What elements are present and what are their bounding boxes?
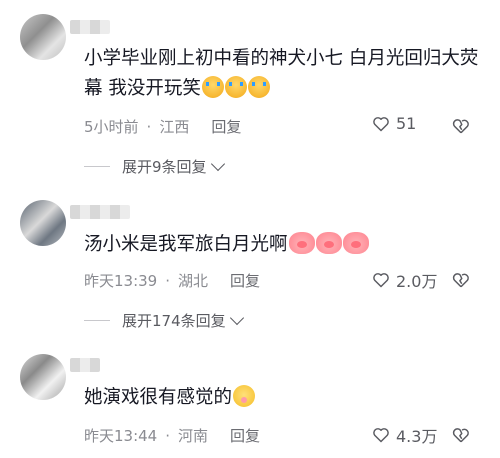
divider-line (84, 320, 110, 321)
reply-button[interactable]: 回复 (230, 427, 260, 445)
comment-meta: 昨天13:39 · 湖北 回复 (84, 270, 268, 291)
username-censored (70, 20, 110, 34)
heart-icon (373, 428, 389, 443)
pig-emoji (315, 232, 342, 254)
cry-emoji (201, 76, 224, 98)
like-button[interactable]: 2.0万 (372, 268, 437, 292)
cry-emoji (224, 76, 247, 98)
pig-emoji (342, 232, 369, 254)
expand-replies-button[interactable]: 展开9条回复 (84, 156, 225, 177)
chevron-down-icon (210, 156, 225, 171)
like-count: 2.0万 (396, 272, 438, 291)
username-censored (70, 205, 130, 219)
dot-separator: · (146, 118, 152, 136)
reply-button[interactable]: 回复 (211, 118, 241, 136)
comment-text-body: 汤小米是我军旅白月光啊 (84, 234, 288, 255)
heart-icon (373, 116, 389, 131)
avatar[interactable] (20, 354, 66, 400)
cry-emoji (247, 76, 270, 98)
comment-meta: 昨天13:44 · 河南 回复 (84, 425, 268, 446)
expand-replies-label: 展开174条回复 (122, 312, 226, 330)
comment-text-body: 她演戏很有感觉的 (84, 387, 233, 408)
comment-text-body: 小学毕业刚上初中看的神犬小七 白月光回归大荧幕 我没开玩笑 (84, 48, 479, 99)
like-count: 4.3万 (396, 427, 438, 446)
dislike-heart-icon[interactable] (452, 117, 470, 135)
heart-icon (373, 273, 389, 288)
comment-time: 昨天13:44 (84, 427, 158, 445)
expand-replies-button[interactable]: 展开174条回复 (84, 310, 244, 331)
divider-line (84, 166, 110, 167)
comment-location: 湖北 (178, 272, 209, 290)
dot-separator: · (165, 427, 171, 445)
like-count: 51 (396, 114, 417, 133)
dot-separator: · (165, 272, 171, 290)
dislike-heart-icon[interactable] (452, 426, 470, 444)
expand-replies-label: 展开9条回复 (122, 158, 207, 176)
like-button[interactable]: 4.3万 (372, 423, 437, 447)
comment-meta: 5小时前 · 江西 回复 (84, 116, 249, 137)
dislike-heart-icon[interactable] (452, 271, 470, 289)
username-censored (70, 358, 100, 372)
avatar[interactable] (20, 14, 66, 60)
like-button[interactable]: 51 (372, 114, 416, 133)
comment-time: 5小时前 (84, 118, 139, 136)
comment-time: 昨天13:39 (84, 272, 158, 290)
pig-emoji (288, 232, 315, 254)
comment-location: 河南 (178, 427, 209, 445)
comment-location: 江西 (159, 118, 190, 136)
chevron-down-icon (229, 310, 244, 325)
comment-text: 小学毕业刚上初中看的神犬小七 白月光回归大荧幕 我没开玩笑 (84, 44, 480, 104)
comment-text: 她演戏很有感觉的 (84, 383, 480, 413)
reply-button[interactable]: 回复 (230, 272, 260, 290)
shy-emoji (233, 385, 256, 407)
avatar[interactable] (20, 200, 66, 246)
comment-text: 汤小米是我军旅白月光啊 (84, 230, 480, 260)
